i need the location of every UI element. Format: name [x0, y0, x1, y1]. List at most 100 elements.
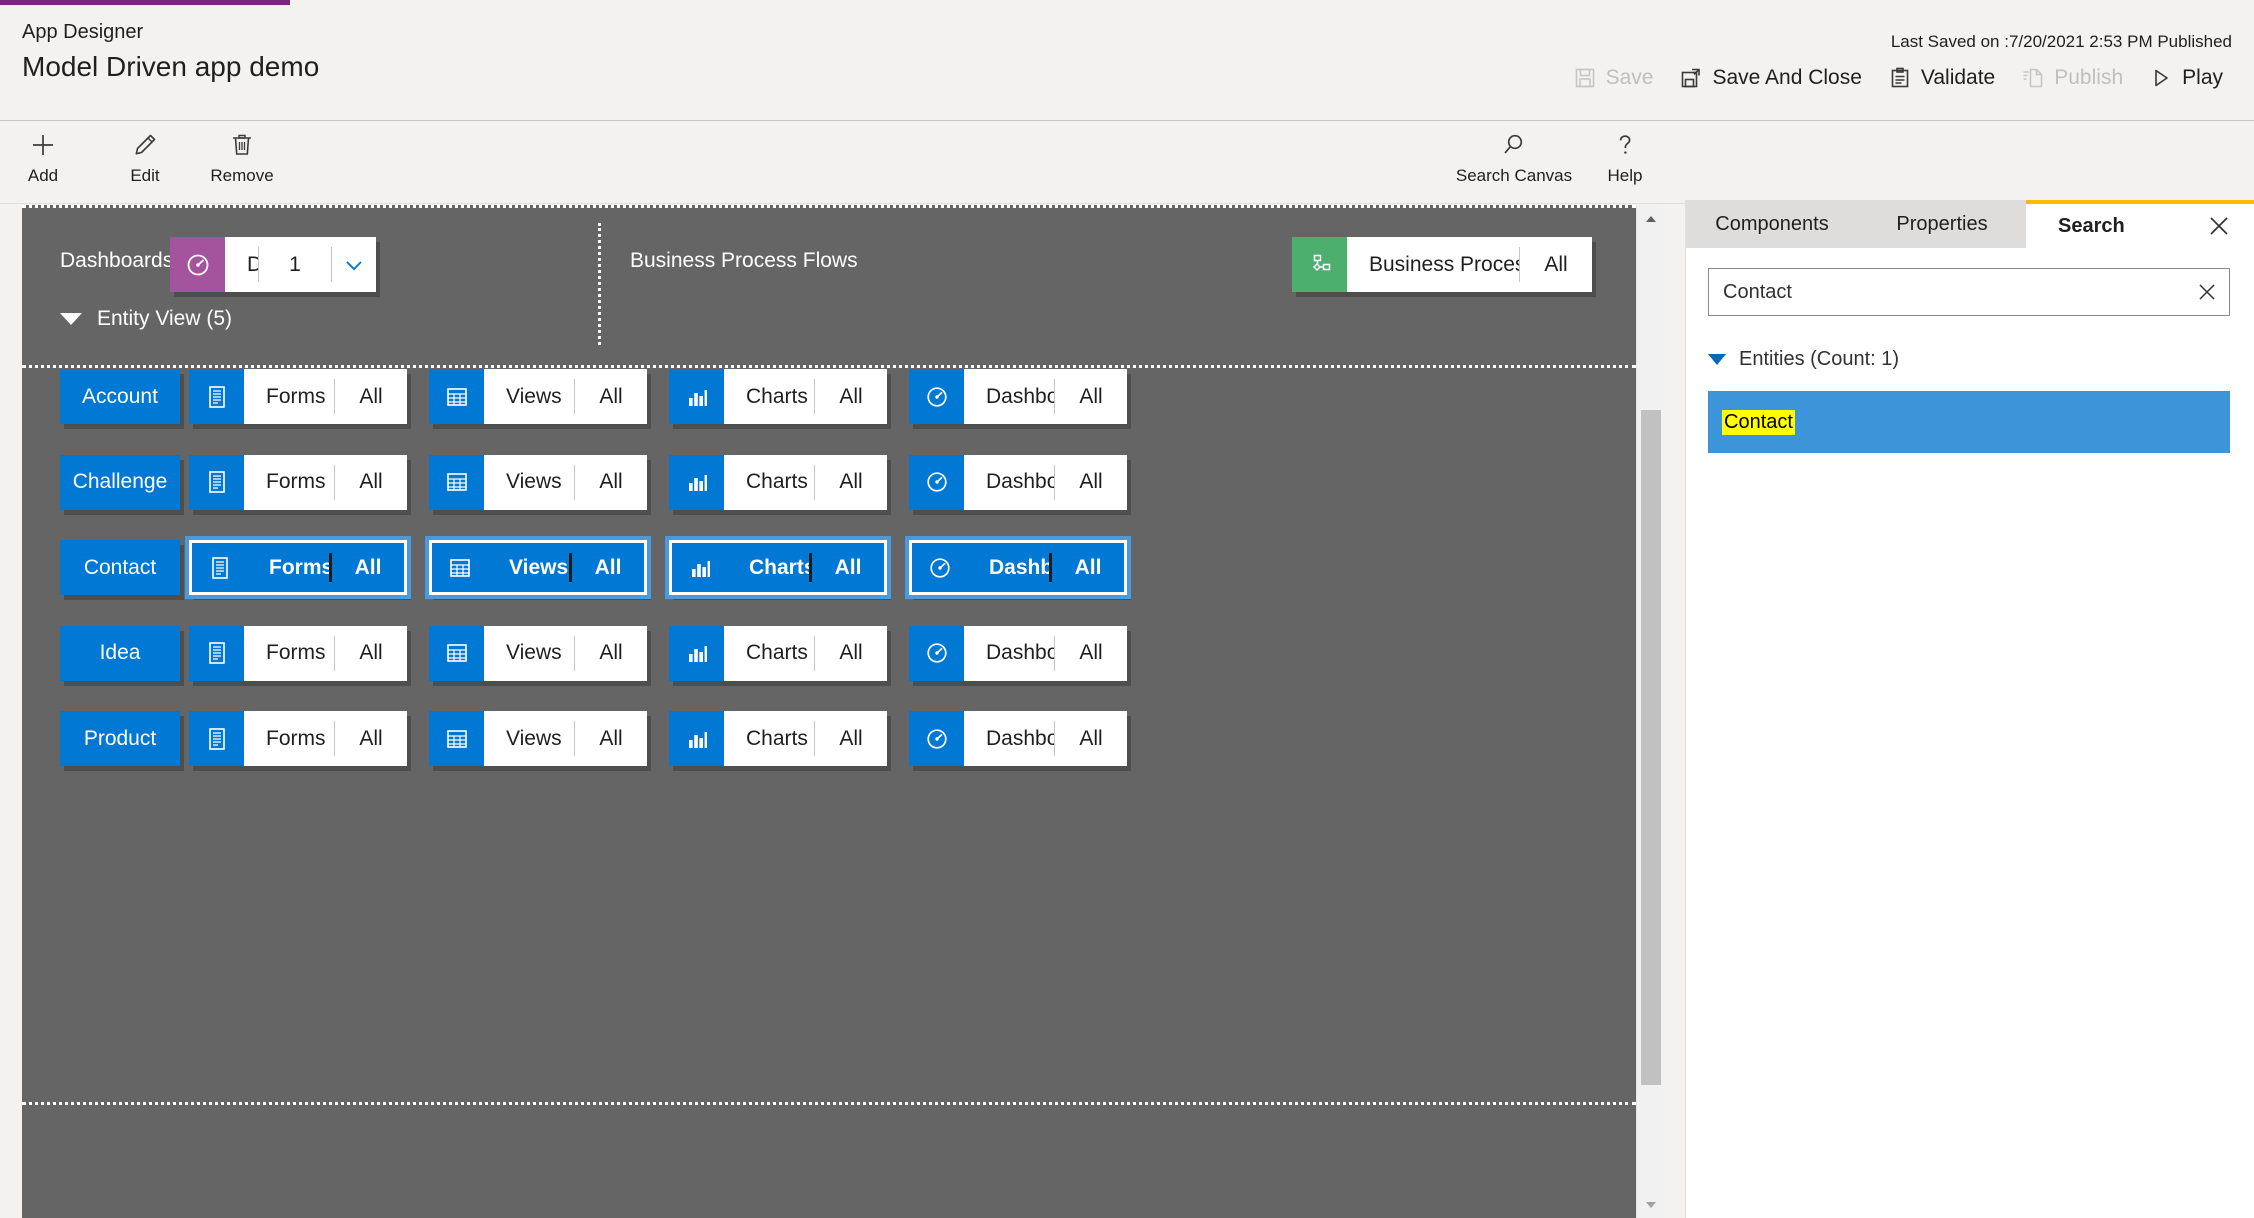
form-icon [192, 543, 247, 592]
tile-challenge-views[interactable]: Views All [429, 454, 647, 510]
bar-chart-icon [669, 369, 724, 424]
tile-count: All [839, 384, 863, 408]
canvas-separator-bottom [22, 1102, 1636, 1105]
tile-count: All [594, 555, 622, 579]
business-process-flows-tile[interactable]: Business Proces... All [1292, 237, 1592, 292]
gauge-icon [909, 369, 964, 424]
gauge-icon [909, 625, 964, 681]
search-result-item[interactable]: Contact [1708, 391, 2230, 453]
play-button[interactable]: Play [2136, 60, 2236, 96]
entity-chip-product[interactable]: Product [60, 711, 180, 766]
clear-search-icon[interactable] [2185, 269, 2229, 315]
tile-count: All [1074, 555, 1102, 579]
save-and-close-button-label: Save And Close [1712, 66, 1862, 89]
remove-button-label: Remove [210, 166, 274, 185]
entity-view-toggle[interactable]: Entity View (5) [60, 307, 232, 331]
tile-account-dashboards[interactable]: Dashboards All [909, 369, 1127, 424]
chevron-down-icon[interactable] [332, 237, 376, 292]
tile-contact-dashboards[interactable]: Dashboards All [905, 536, 1131, 599]
tile-contact-charts[interactable]: Charts All [665, 536, 891, 599]
tile-count: All [834, 555, 862, 579]
tab-components[interactable]: Components [1686, 200, 1858, 248]
grid-icon [429, 711, 484, 766]
grid-icon [429, 454, 484, 510]
edit-button-label: Edit [130, 166, 160, 185]
tile-account-charts[interactable]: Charts All [669, 369, 887, 424]
tile-idea-views[interactable]: Views All [429, 625, 647, 681]
save-button[interactable]: Save [1560, 60, 1667, 96]
search-icon [1500, 130, 1528, 160]
app-canvas[interactable]: Dashboards Dashboards 1 Business Process… [22, 205, 1636, 1218]
tab-properties[interactable]: Properties [1858, 200, 2026, 248]
entity-chip-label: Idea [99, 641, 141, 664]
tile-contact-forms[interactable]: Forms All [185, 536, 411, 599]
search-field-wrapper[interactable] [1708, 268, 2230, 316]
tile-product-dashboards[interactable]: Dashboards All [909, 711, 1127, 766]
validate-icon [1888, 66, 1912, 90]
search-input[interactable] [1709, 279, 2185, 305]
tile-label: Dashboards [986, 384, 1054, 408]
scroll-down-arrow-icon[interactable] [1637, 1191, 1664, 1218]
tile-challenge-forms[interactable]: Forms All [189, 454, 407, 510]
tile-account-views[interactable]: Views All [429, 369, 647, 424]
entities-group-toggle[interactable]: Entities (Count: 1) [1708, 348, 2230, 371]
tile-count: All [599, 726, 623, 750]
entity-chip-account[interactable]: Account [60, 369, 180, 424]
close-icon[interactable] [2205, 212, 2233, 240]
right-panel: Components Properties Search Entities (C… [1685, 200, 2254, 1218]
gauge-icon [909, 711, 964, 766]
tile-product-charts[interactable]: Charts All [669, 711, 887, 766]
tile-challenge-charts[interactable]: Charts All [669, 454, 887, 510]
help-button[interactable]: Help [1555, 130, 1695, 186]
app-header: App Designer Model Driven app demo Last … [0, 5, 2254, 121]
dashboards-tile[interactable]: Dashboards 1 [170, 237, 376, 292]
play-button-label: Play [2182, 66, 2223, 89]
canvas-vertical-divider [598, 223, 601, 345]
tile-count: All [359, 470, 383, 493]
tile-label: Forms [266, 726, 326, 750]
tile-label: Views [509, 555, 569, 579]
tile-label: Dashboards [986, 726, 1054, 750]
save-and-close-button[interactable]: Save And Close [1666, 60, 1874, 96]
scrollbar-thumb[interactable] [1641, 410, 1661, 1085]
tile-label: Forms [266, 641, 326, 664]
tile-label: Views [506, 641, 562, 664]
search-result-label: Contact [1722, 409, 1795, 435]
tile-product-views[interactable]: Views All [429, 711, 647, 766]
header-titles: App Designer Model Driven app demo [22, 19, 319, 85]
dashboards-tile-label: Dashboards [247, 252, 258, 276]
tile-count: All [1079, 726, 1103, 750]
tile-label: Forms [266, 384, 326, 408]
tile-label: Charts [746, 384, 808, 408]
tile-count: All [599, 470, 623, 493]
publish-button-label: Publish [2054, 66, 2124, 89]
canvas-scrollbar[interactable] [1636, 205, 1663, 1218]
last-saved-status: Last Saved on :7/20/2021 2:53 PM Publish… [1890, 32, 2232, 51]
tile-count: All [1079, 384, 1103, 408]
entity-chip-challenge[interactable]: Challenge [60, 454, 180, 510]
tile-product-forms[interactable]: Forms All [189, 711, 407, 766]
tile-idea-forms[interactable]: Forms All [189, 625, 407, 681]
plus-icon [29, 130, 57, 160]
tile-idea-charts[interactable]: Charts All [669, 625, 887, 681]
form-icon [189, 454, 244, 510]
breadcrumb: App Designer [22, 21, 144, 43]
tile-count: All [839, 726, 863, 750]
remove-button[interactable]: Remove [183, 130, 301, 186]
entities-group-label: Entities (Count: 1) [1739, 348, 1900, 370]
save-and-close-icon [1679, 66, 1703, 90]
publish-button[interactable]: Publish [2008, 60, 2136, 96]
entity-chip-idea[interactable]: Idea [60, 625, 180, 681]
tile-idea-dashboards[interactable]: Dashboards All [909, 625, 1127, 681]
caret-down-icon [60, 313, 82, 325]
tile-contact-views[interactable]: Views All [425, 536, 651, 599]
bpf-tile-count: All [1544, 252, 1568, 276]
tile-challenge-dashboards[interactable]: Dashboards All [909, 454, 1127, 510]
validate-button[interactable]: Validate [1875, 60, 2008, 96]
scroll-up-arrow-icon[interactable] [1637, 205, 1664, 232]
form-icon [189, 625, 244, 681]
tile-account-forms[interactable]: Forms All [189, 369, 407, 424]
tile-label: Charts [746, 726, 808, 750]
add-button-label: Add [27, 166, 59, 185]
entity-chip-contact[interactable]: Contact [60, 540, 180, 595]
